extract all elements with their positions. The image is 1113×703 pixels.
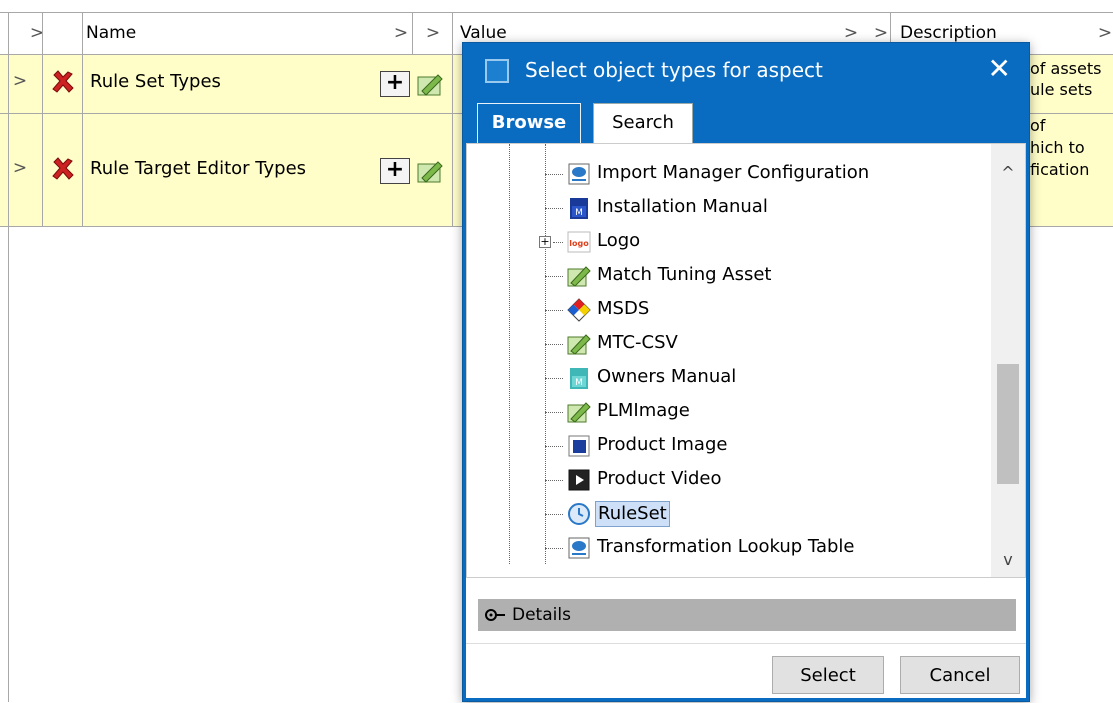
tree-item-label: MTC-CSV	[597, 332, 678, 353]
tree-item-label: Owners Manual	[597, 366, 737, 387]
description-text: of	[1030, 116, 1046, 135]
grid-line	[82, 12, 83, 226]
details-label: Details	[512, 605, 571, 625]
row-name: Rule Set Types	[90, 71, 221, 92]
tree-item-label: Match Tuning Asset	[597, 264, 772, 285]
tree-item-label: PLMImage	[597, 400, 690, 421]
description-text: ule sets	[1030, 80, 1093, 99]
dialog-footer: Select Cancel	[466, 643, 1026, 703]
tree-scrollbar[interactable]: ^ v	[991, 144, 1025, 577]
svg-text:M: M	[575, 378, 583, 388]
svg-text:M: M	[575, 208, 583, 218]
scroll-up-icon[interactable]: ^	[991, 156, 1025, 190]
tab-search[interactable]: Search	[593, 103, 693, 143]
clock-icon	[568, 503, 590, 525]
manual-icon: M	[570, 198, 588, 219]
window-icon	[485, 59, 509, 83]
tree-item-label: Import Manager Configuration	[597, 162, 870, 183]
config-icon	[568, 163, 590, 185]
tree-item-label: Logo	[597, 230, 641, 251]
svg-text:logo: logo	[569, 239, 589, 248]
select-button[interactable]: Select	[772, 656, 884, 694]
tree-item-label: Product Image	[597, 434, 728, 455]
scroll-down-icon[interactable]: v	[991, 543, 1025, 577]
column-expand-arrow[interactable]: >	[1090, 12, 1113, 54]
dialog-title-bar[interactable]: Select object types for aspect ✕	[463, 43, 1029, 103]
remove-icon[interactable]	[50, 156, 76, 182]
msds-icon	[567, 298, 591, 322]
tree-guide-line	[509, 144, 510, 564]
tree-item-label: Product Video	[597, 468, 722, 489]
tree-item-label: Transformation Lookup Table	[597, 536, 855, 557]
scroll-thumb[interactable]	[997, 364, 1019, 484]
video-icon	[568, 469, 590, 491]
add-button[interactable]: +	[380, 71, 410, 97]
tab-strip: Browse Search	[463, 103, 1029, 143]
row-expand-arrow[interactable]: >	[0, 71, 40, 91]
description-text: fication	[1030, 160, 1090, 179]
manual-icon: M	[570, 368, 588, 389]
row-name: Rule Target Editor Types	[90, 158, 307, 179]
add-button[interactable]: +	[380, 158, 410, 184]
asset-icon	[567, 402, 591, 423]
grid-line	[42, 12, 43, 226]
grid-line	[8, 12, 9, 702]
select-object-types-dialog: Select object types for aspect ✕ Browse …	[462, 42, 1030, 702]
column-header-name[interactable]: Name	[82, 12, 382, 54]
column-expand-arrow[interactable]: >	[22, 12, 52, 54]
remove-icon[interactable]	[50, 69, 76, 95]
tree-guide-line	[545, 144, 546, 564]
logo-icon: logo	[567, 231, 591, 253]
column-expand-arrow[interactable]: >	[418, 12, 448, 54]
dialog-title: Select object types for aspect	[525, 58, 823, 82]
tree-item-label: MSDS	[597, 298, 650, 319]
cancel-button[interactable]: Cancel	[900, 656, 1020, 694]
tab-browse[interactable]: Browse	[477, 103, 581, 143]
description-text: of assets	[1030, 59, 1102, 78]
collapse-toggle-icon	[485, 609, 505, 621]
grid-line	[452, 12, 453, 226]
asset-icon	[417, 161, 443, 183]
grid-line	[412, 12, 413, 54]
description-text: hich to	[1030, 138, 1085, 157]
config-icon	[568, 537, 590, 559]
expand-icon[interactable]: +	[539, 236, 551, 248]
image-icon	[568, 435, 590, 457]
close-icon[interactable]: ✕	[988, 53, 1011, 85]
asset-icon	[417, 74, 443, 96]
details-toggle[interactable]: Details	[478, 599, 1016, 631]
asset-icon	[567, 334, 591, 355]
asset-icon	[567, 266, 591, 287]
dialog-body: Import Manager Configuration M Installat…	[466, 143, 1026, 698]
tree-item-label: Installation Manual	[597, 196, 768, 217]
object-type-tree[interactable]: Import Manager Configuration M Installat…	[466, 143, 1026, 578]
tree-item-label: RuleSet	[595, 501, 670, 527]
row-expand-arrow[interactable]: >	[0, 158, 40, 178]
